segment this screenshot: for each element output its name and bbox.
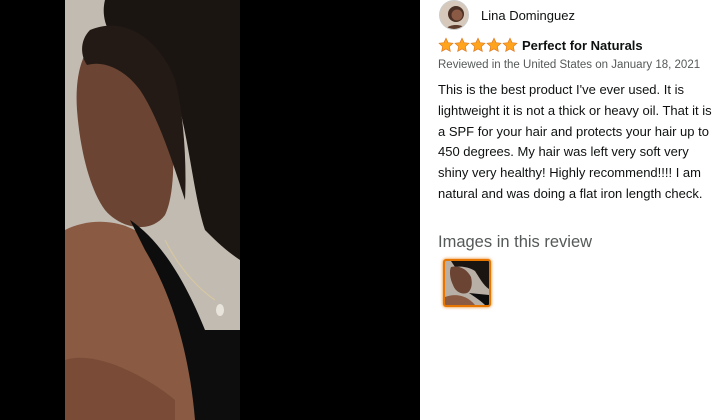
star-rating[interactable] <box>438 37 518 53</box>
image-viewer <box>0 0 420 420</box>
reviewer-info[interactable]: Lina Dominguez <box>439 0 575 30</box>
star-icon <box>486 37 502 52</box>
review-body: This is the best product I've ever used.… <box>438 82 712 201</box>
rating-line: Perfect for Naturals <box>438 36 643 54</box>
review-date: Reviewed in the United States on January… <box>438 59 701 71</box>
star-icon <box>502 37 518 52</box>
images-heading: Images in this review <box>438 233 593 251</box>
review-photo <box>65 0 240 420</box>
star-icon <box>454 37 470 52</box>
star-icon <box>470 37 486 52</box>
reviewer-name[interactable]: Lina Dominguez <box>481 8 575 23</box>
review-panel: Lina Dominguez Perfect for Naturals Revi… <box>420 0 716 420</box>
review-image-thumbnail[interactable] <box>443 259 491 307</box>
star-icon <box>438 37 454 52</box>
profile-avatar-icon[interactable] <box>439 0 469 30</box>
review-title[interactable]: Perfect for Naturals <box>522 38 643 53</box>
